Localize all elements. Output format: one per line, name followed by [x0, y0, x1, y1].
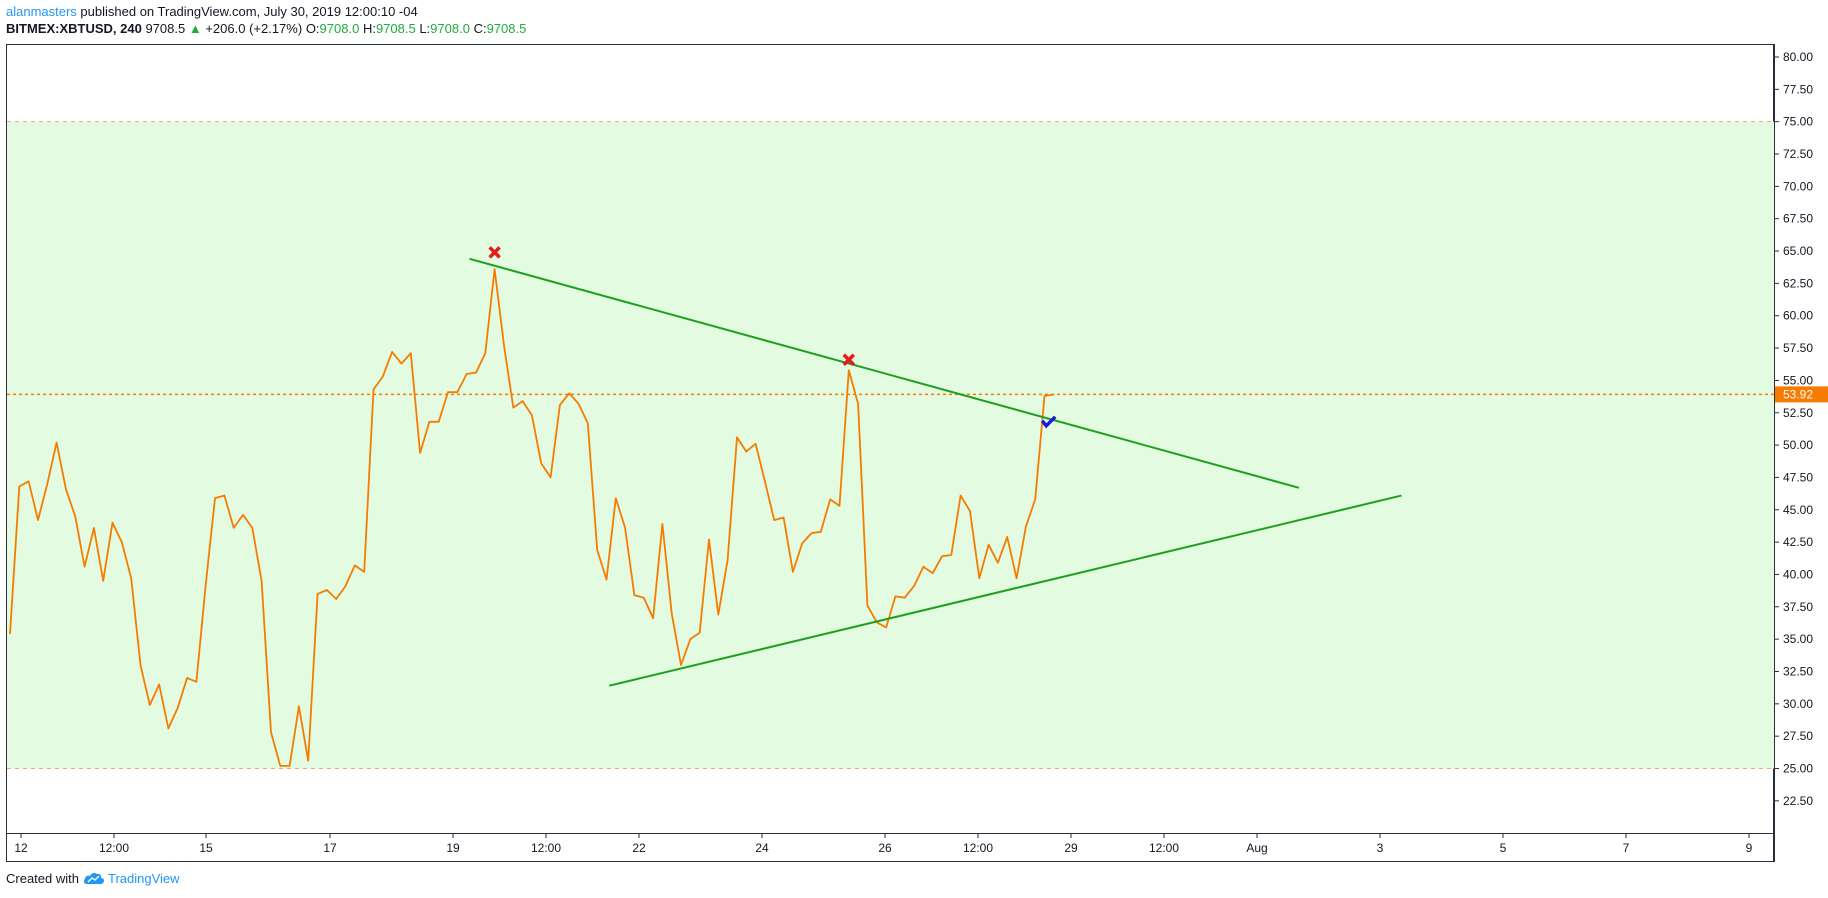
time-axis-label: 26 — [878, 841, 892, 855]
time-axis-label: 12 — [14, 841, 28, 855]
price-axis-label: 32.50 — [1783, 664, 1813, 678]
time-axis-label: 12:00 — [99, 841, 129, 855]
price-axis-label: 52.50 — [1783, 406, 1813, 420]
price-axis-label: 62.50 — [1783, 276, 1813, 290]
price-axis-label: 72.50 — [1783, 147, 1813, 161]
price-axis-label: 65.00 — [1783, 244, 1813, 258]
time-axis-label: 17 — [323, 841, 337, 855]
price-axis-label: 30.00 — [1783, 697, 1813, 711]
created-with-label: Created with — [6, 871, 79, 886]
price-axis-label: 25.00 — [1783, 762, 1813, 776]
price-axis[interactable]: 80.00 77.50 75.00 72.50 70.00 67.50 65.00 62.50… — [1774, 50, 1813, 808]
price-axis-label: 37.50 — [1783, 600, 1813, 614]
time-axis-label: 29 — [1064, 841, 1078, 855]
current-value-label: 53.92 — [1783, 387, 1813, 401]
price-axis-label: 57.50 — [1783, 341, 1813, 355]
price-axis-label: 22.50 — [1783, 794, 1813, 808]
price-axis-label: 67.50 — [1783, 212, 1813, 226]
price-axis-label: 60.00 — [1783, 309, 1813, 323]
price-axis-label: 80.00 — [1783, 50, 1813, 64]
price-axis-label: 55.00 — [1783, 373, 1813, 387]
price-axis-label: 75.00 — [1783, 115, 1813, 129]
time-axis-label: 12:00 — [963, 841, 993, 855]
price-axis-label: 47.50 — [1783, 470, 1813, 484]
time-axis-label: 5 — [1500, 841, 1507, 855]
time-axis-label: 3 — [1377, 841, 1384, 855]
current-value-badge: 53.92 — [1775, 386, 1828, 403]
price-axis-label: 27.50 — [1783, 729, 1813, 743]
time-axis-label: 12:00 — [1149, 841, 1179, 855]
time-axis-label: 19 — [446, 841, 460, 855]
time-axis-label: 22 — [632, 841, 646, 855]
tradingview-cloud-icon — [83, 872, 105, 884]
time-axis-label: 7 — [1623, 841, 1630, 855]
range-zone — [7, 121, 1774, 769]
price-axis-label: 50.00 — [1783, 438, 1813, 452]
price-axis-label: 42.50 — [1783, 535, 1813, 549]
tradingview-brand: TradingView — [107, 871, 180, 886]
price-axis-label: 45.00 — [1783, 503, 1813, 517]
time-axis-label: 24 — [755, 841, 769, 855]
time-axis-label: Aug — [1246, 841, 1267, 855]
price-axis-label: 77.50 — [1783, 82, 1813, 96]
time-axis-label: 12:00 — [531, 841, 561, 855]
time-axis-label: 9 — [1746, 841, 1753, 855]
price-chart[interactable]: 80.00 77.50 75.00 72.50 70.00 67.50 65.00 62.50… — [0, 0, 1828, 862]
price-axis-label: 40.00 — [1783, 567, 1813, 581]
tradingview-link[interactable]: TradingView — [83, 871, 180, 886]
chart-footer: Created with TradingView — [6, 871, 180, 886]
price-axis-label: 70.00 — [1783, 179, 1813, 193]
time-axis-label: 15 — [199, 841, 213, 855]
price-axis-label: 35.00 — [1783, 632, 1813, 646]
